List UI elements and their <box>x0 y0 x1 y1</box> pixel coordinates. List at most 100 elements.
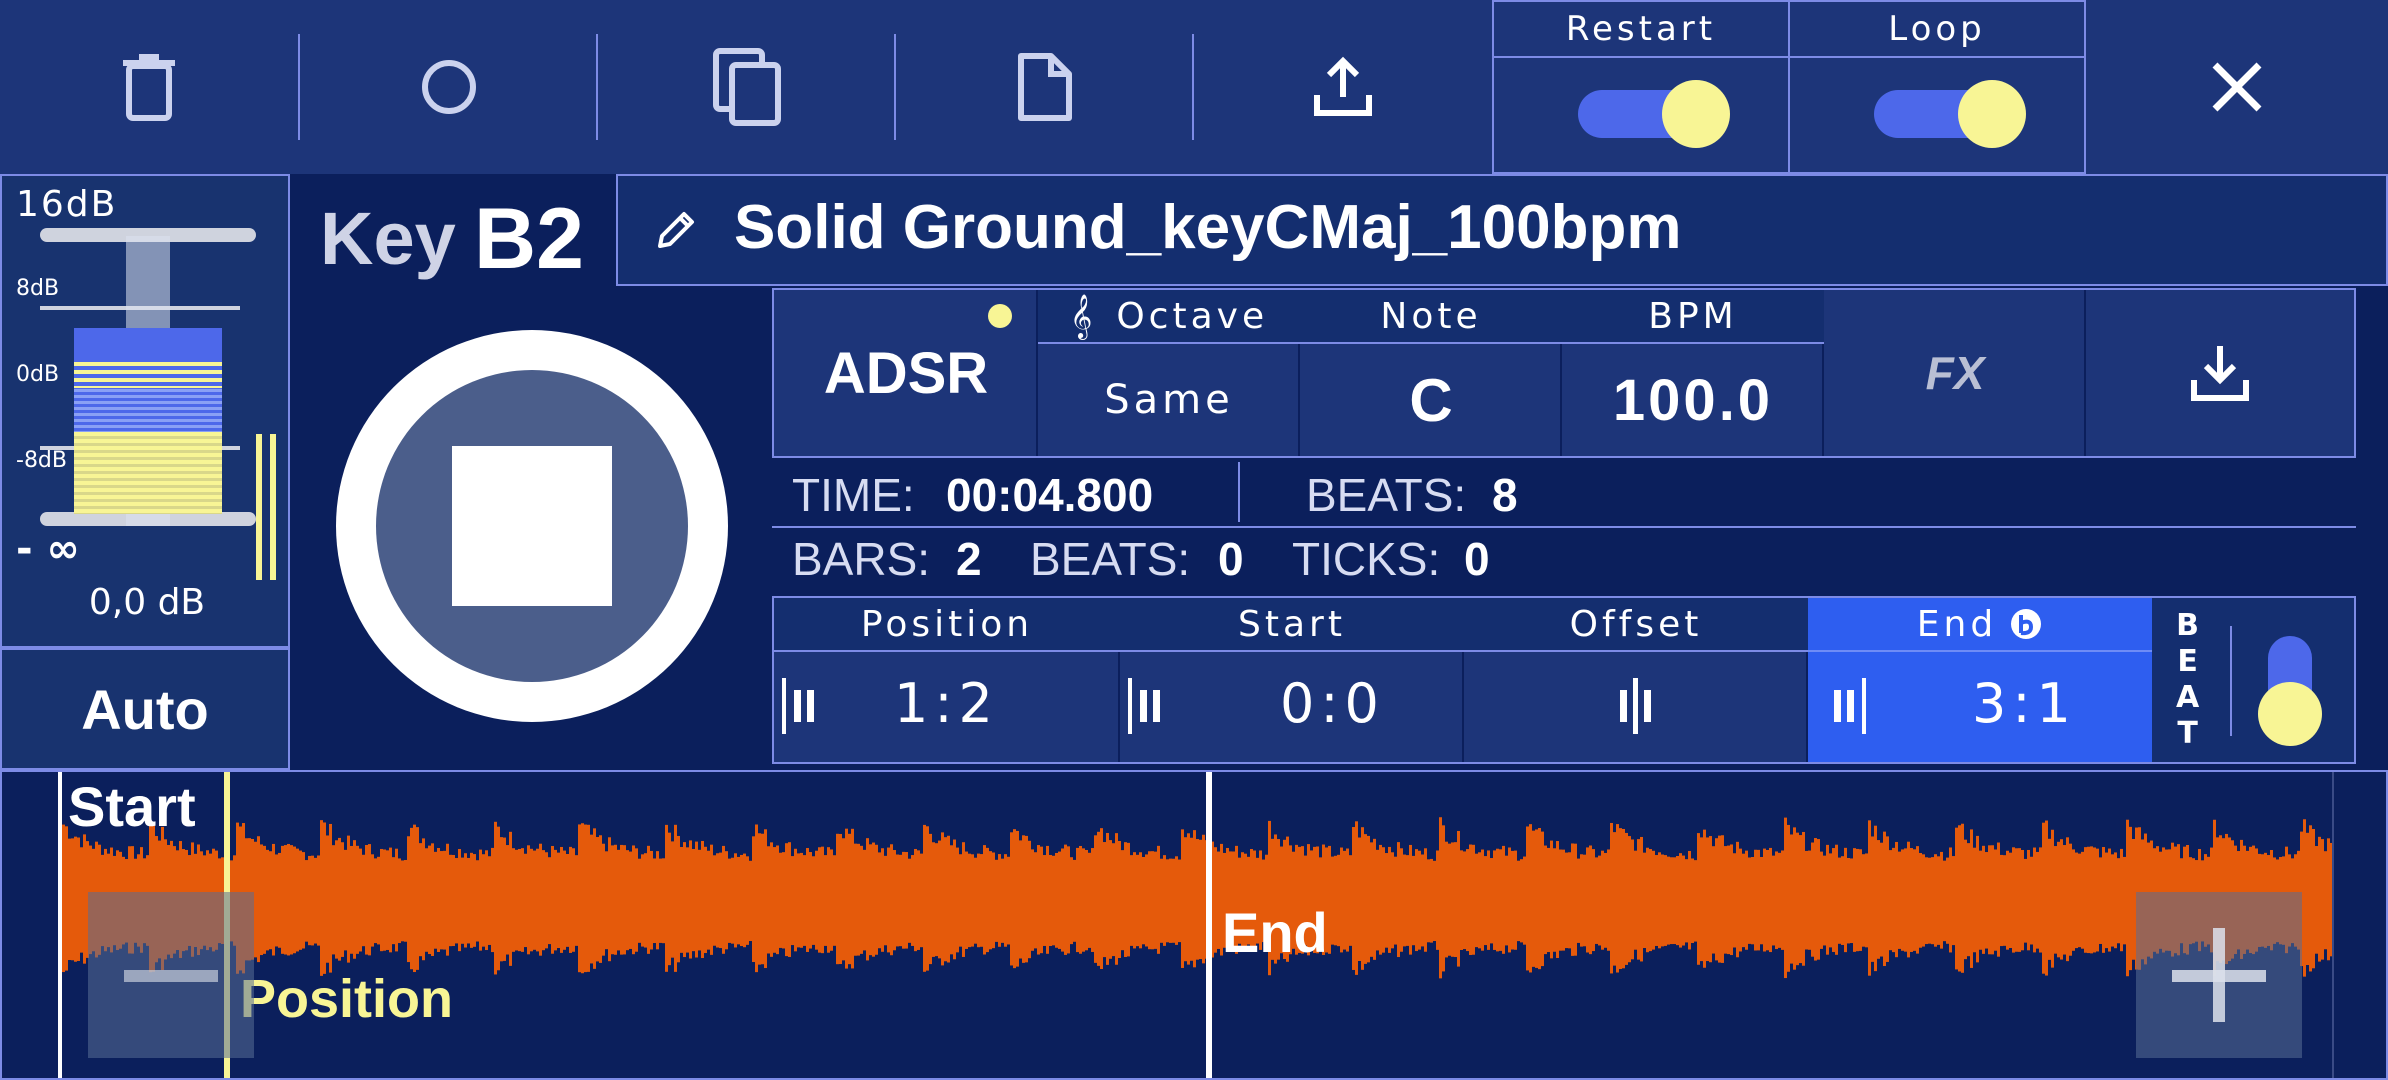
waveform-sample <box>1034 852 1037 949</box>
waveform-sample <box>1376 849 1379 951</box>
waveform-sample <box>1874 825 1877 972</box>
close-button[interactable] <box>2086 0 2388 174</box>
fx-button[interactable]: FX <box>1824 290 2086 456</box>
stop-button[interactable] <box>336 330 728 722</box>
position-marker-label: Position <box>240 969 453 1029</box>
waveform-sample <box>632 845 635 955</box>
waveform-sample <box>692 848 695 952</box>
start-cell[interactable]: Start 0:0 <box>1120 598 1464 762</box>
key-display[interactable]: Key B2 <box>320 186 600 287</box>
waveform-sample <box>1517 860 1520 942</box>
end-marker-line[interactable] <box>1206 772 1212 1078</box>
waveform-sample <box>1052 855 1055 946</box>
new-file-button[interactable] <box>896 0 1194 174</box>
waveform-sample <box>1604 852 1607 948</box>
waveform-sample <box>2312 828 2315 969</box>
waveform-sample <box>1601 850 1604 950</box>
waveform-sample <box>1442 825 1445 972</box>
sample-title-bar[interactable]: Solid Ground_keyCMaj_100bpm <box>616 174 2388 286</box>
waveform-sample <box>533 850 536 950</box>
waveform-sample <box>434 851 437 949</box>
waveform-sample <box>548 857 551 945</box>
bars-label: BARS: <box>792 533 931 585</box>
waveform-sample <box>1031 849 1034 951</box>
waveform-sample <box>1961 823 1964 973</box>
waveform-sample <box>1898 851 1901 949</box>
waveform-sample <box>884 855 887 946</box>
waveform-sample <box>1691 858 1694 944</box>
waveform[interactable] <box>2 772 2386 1078</box>
waveform-sample <box>929 833 932 965</box>
waveform-sample <box>1466 849 1469 952</box>
download-icon <box>2191 346 2249 401</box>
waveform-sample <box>1184 837 1187 962</box>
waveform-sample <box>908 858 911 943</box>
waveform-sample <box>1463 851 1466 950</box>
restart-toggle-knob[interactable] <box>1662 80 1730 148</box>
waveform-sample <box>989 851 992 950</box>
waveform-sample <box>2060 839 2063 960</box>
beat-snap-knob[interactable] <box>2258 682 2322 746</box>
auto-button[interactable]: Auto <box>0 648 290 770</box>
waveform-sample <box>953 839 956 960</box>
key-value: B2 <box>474 191 584 287</box>
waveform-sample <box>2057 841 2060 958</box>
waveform-sample <box>1712 846 1715 954</box>
waveform-sample <box>1082 848 1085 952</box>
bpm-cell[interactable]: BPM 100.0 <box>1562 290 1824 456</box>
waveform-sample <box>401 860 404 942</box>
waveform-sample <box>1715 838 1718 961</box>
waveform-sample <box>1043 855 1046 946</box>
waveform-sample <box>1106 832 1109 965</box>
waveform-sample <box>1844 847 1847 953</box>
waveform-sample <box>1412 855 1415 946</box>
beat-snap[interactable]: B E A T <box>2152 598 2354 762</box>
waveform-sample <box>980 854 983 947</box>
adsr-button[interactable]: ADSR <box>774 290 1038 456</box>
waveform-sample <box>1817 839 1820 960</box>
waveform-sample <box>1751 857 1754 945</box>
volume-meter[interactable]: 16dB 8dB 0dB -8dB - ∞ 0,0 dB <box>0 174 290 648</box>
waveform-sample <box>1568 852 1571 949</box>
waveform-sample <box>1631 839 1634 960</box>
copy-button[interactable] <box>598 0 896 174</box>
waveform-sample <box>902 851 905 949</box>
octave-cell[interactable]: 𝄞 Octave Same <box>1038 290 1300 456</box>
record-button[interactable] <box>300 0 598 174</box>
zoom-in-button[interactable] <box>2136 892 2302 1058</box>
share-button[interactable] <box>1194 0 1492 174</box>
waveform-sample <box>362 854 365 947</box>
waveform-sample <box>1349 855 1352 946</box>
note-cell[interactable]: Note C <box>1300 290 1562 456</box>
waveform-sample <box>581 823 584 974</box>
waveform-sample <box>725 851 728 950</box>
waveform-sample <box>1598 855 1601 946</box>
waveform-sample <box>1373 838 1376 960</box>
end-cell[interactable]: End 3:1 <box>1808 598 2152 762</box>
waveform-sample <box>773 847 776 953</box>
start-label: Start <box>1120 598 1464 650</box>
waveform-sample <box>875 844 878 955</box>
offset-label: Offset <box>1464 598 1808 650</box>
waveform-sample <box>389 847 392 953</box>
waveform-sample <box>410 827 413 970</box>
loop-toggle-knob[interactable] <box>1958 80 2026 148</box>
waveform-sample <box>932 842 935 957</box>
position-cell[interactable]: Position 1:2 <box>774 598 1120 762</box>
waveform-sample <box>1763 848 1766 952</box>
offset-cell[interactable]: Offset <box>1464 598 1808 762</box>
waveform-sample <box>2111 854 2114 947</box>
waveform-sample <box>1523 856 1526 945</box>
zoom-out-button[interactable] <box>88 892 254 1058</box>
waveform-sample <box>1655 855 1658 946</box>
waveform-sample <box>668 832 671 966</box>
delete-button[interactable] <box>0 0 298 174</box>
start-marker-line[interactable] <box>58 772 62 1078</box>
waveform-sample <box>1919 852 1922 948</box>
waveform-sample <box>590 834 593 964</box>
waveform-sample <box>473 854 476 947</box>
download-button[interactable] <box>2086 290 2354 456</box>
meter-label-minus8db: -8dB <box>16 448 67 473</box>
waveform-view[interactable]: Start Position End <box>0 770 2388 1080</box>
waveform-sample <box>521 848 524 952</box>
